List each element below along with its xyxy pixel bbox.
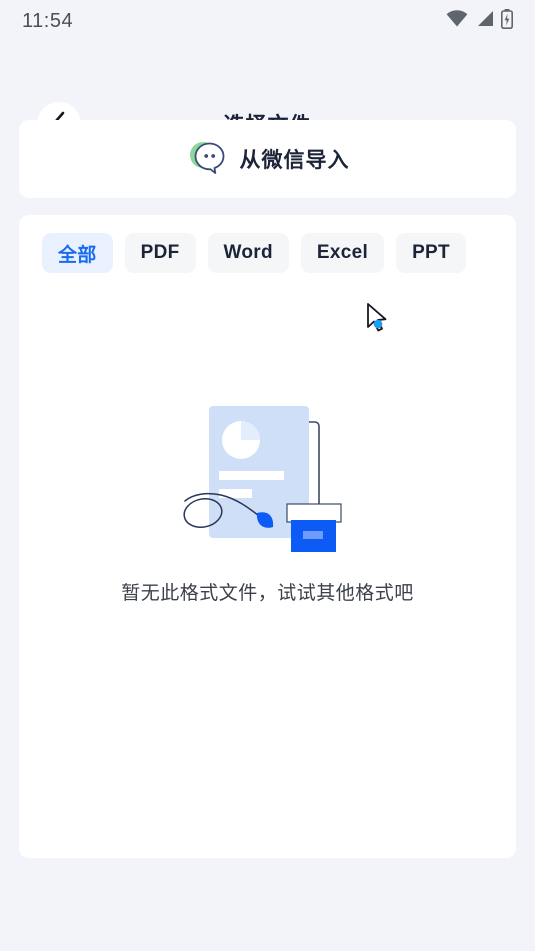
empty-document-illustration — [182, 400, 353, 560]
file-list-card: 全部 PDF Word Excel PPT 暂无此格式文件，试试其他格式吧 — [19, 215, 516, 858]
status-time: 11:54 — [22, 9, 74, 32]
empty-state: 暂无此格式文件，试试其他格式吧 — [19, 400, 516, 605]
filter-chip-word[interactable]: Word — [207, 233, 289, 273]
cellular-signal-icon — [475, 10, 494, 32]
wechat-import-label: 从微信导入 — [239, 149, 350, 172]
app-screen: 11:54 从微信导入 全部 PDF Word Excel PPT 暂无此格式文… — [0, 0, 535, 951]
wifi-icon — [446, 10, 468, 32]
filter-chip-pdf-label: PDF — [140, 242, 180, 263]
wechat-import-content: 从微信导入 — [186, 136, 350, 183]
filter-chip-excel[interactable]: Excel — [300, 233, 385, 273]
filter-chip-all[interactable]: 全部 — [42, 233, 113, 273]
filter-chip-word-label: Word — [223, 242, 273, 263]
filter-chip-pdf[interactable]: PDF — [124, 233, 196, 273]
battery-charging-icon — [501, 8, 513, 34]
wechat-bubble-icon — [186, 136, 228, 183]
status-icons-group — [446, 8, 513, 34]
status-bar: 11:54 — [0, 0, 535, 42]
filter-chip-excel-label: Excel — [316, 242, 369, 263]
filter-chip-all-label: 全部 — [58, 244, 97, 266]
filter-chip-ppt[interactable]: PPT — [396, 233, 466, 273]
wechat-import-card[interactable]: 从微信导入 — [19, 120, 516, 198]
page-header: 选择文件 — [0, 47, 535, 146]
empty-state-message: 暂无此格式文件，试试其他格式吧 — [121, 583, 414, 604]
filter-chip-group: 全部 PDF Word Excel PPT — [42, 233, 466, 273]
filter-chip-ppt-label: PPT — [412, 242, 450, 263]
